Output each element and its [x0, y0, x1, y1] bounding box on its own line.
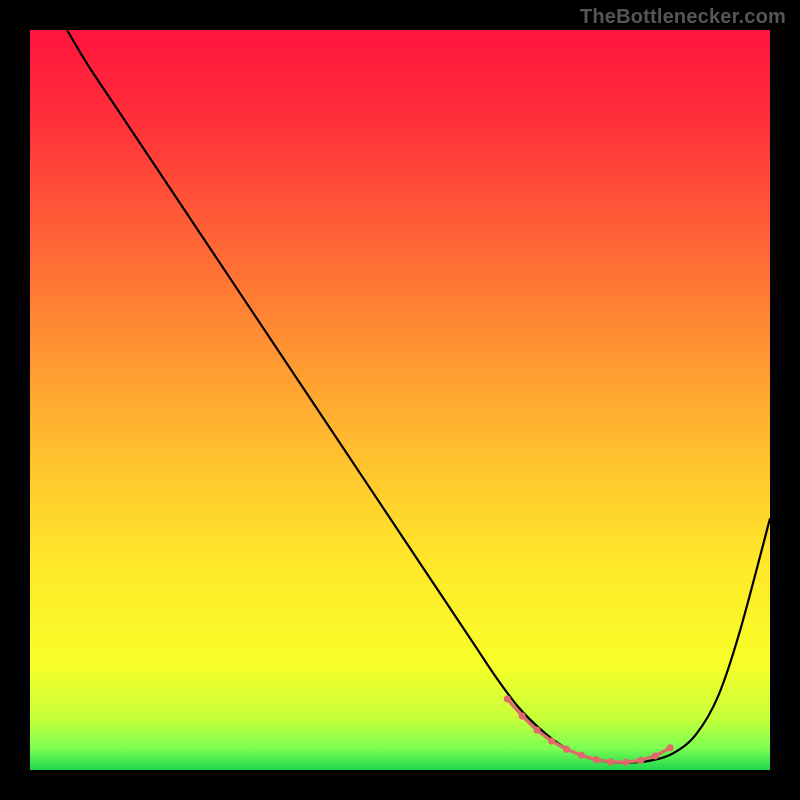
marker-segment: [628, 761, 637, 762]
plot-area: [30, 30, 770, 770]
marker-dot: [667, 744, 674, 751]
watermark-text: TheBottlenecker.com: [580, 6, 786, 29]
chart-root: TheBottlenecker.com: [0, 0, 800, 800]
plot-svg: [30, 30, 770, 770]
gradient-background: [30, 30, 770, 770]
marker-segment: [599, 760, 608, 761]
